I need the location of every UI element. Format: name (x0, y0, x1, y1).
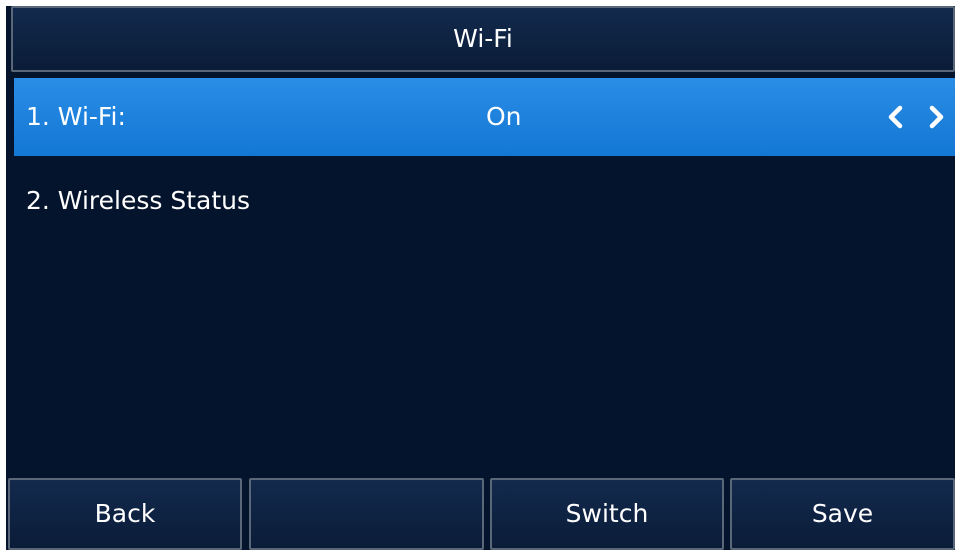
softkey-bar: Back Switch Save (6, 478, 955, 550)
phone-screen: Wi-Fi 1. Wi-Fi: On 2. Wireless Status Ba… (6, 6, 955, 550)
menu-item-wifi[interactable]: 1. Wi-Fi: On (14, 78, 955, 156)
empty-softkey[interactable] (249, 478, 484, 550)
menu-item-label: 2. Wireless Status (26, 186, 251, 215)
menu-item-wireless-status[interactable]: 2. Wireless Status (14, 162, 955, 240)
save-button[interactable]: Save (730, 478, 955, 550)
chevron-left-icon[interactable] (885, 105, 907, 129)
switch-button[interactable]: Switch (490, 478, 724, 550)
value-switcher[interactable] (885, 78, 955, 156)
back-button[interactable]: Back (8, 478, 242, 550)
wifi-value: On (486, 102, 522, 131)
chevron-right-icon[interactable] (925, 105, 947, 129)
menu-item-label: 1. Wi-Fi: (26, 102, 126, 131)
page-title: Wi-Fi (11, 6, 955, 72)
